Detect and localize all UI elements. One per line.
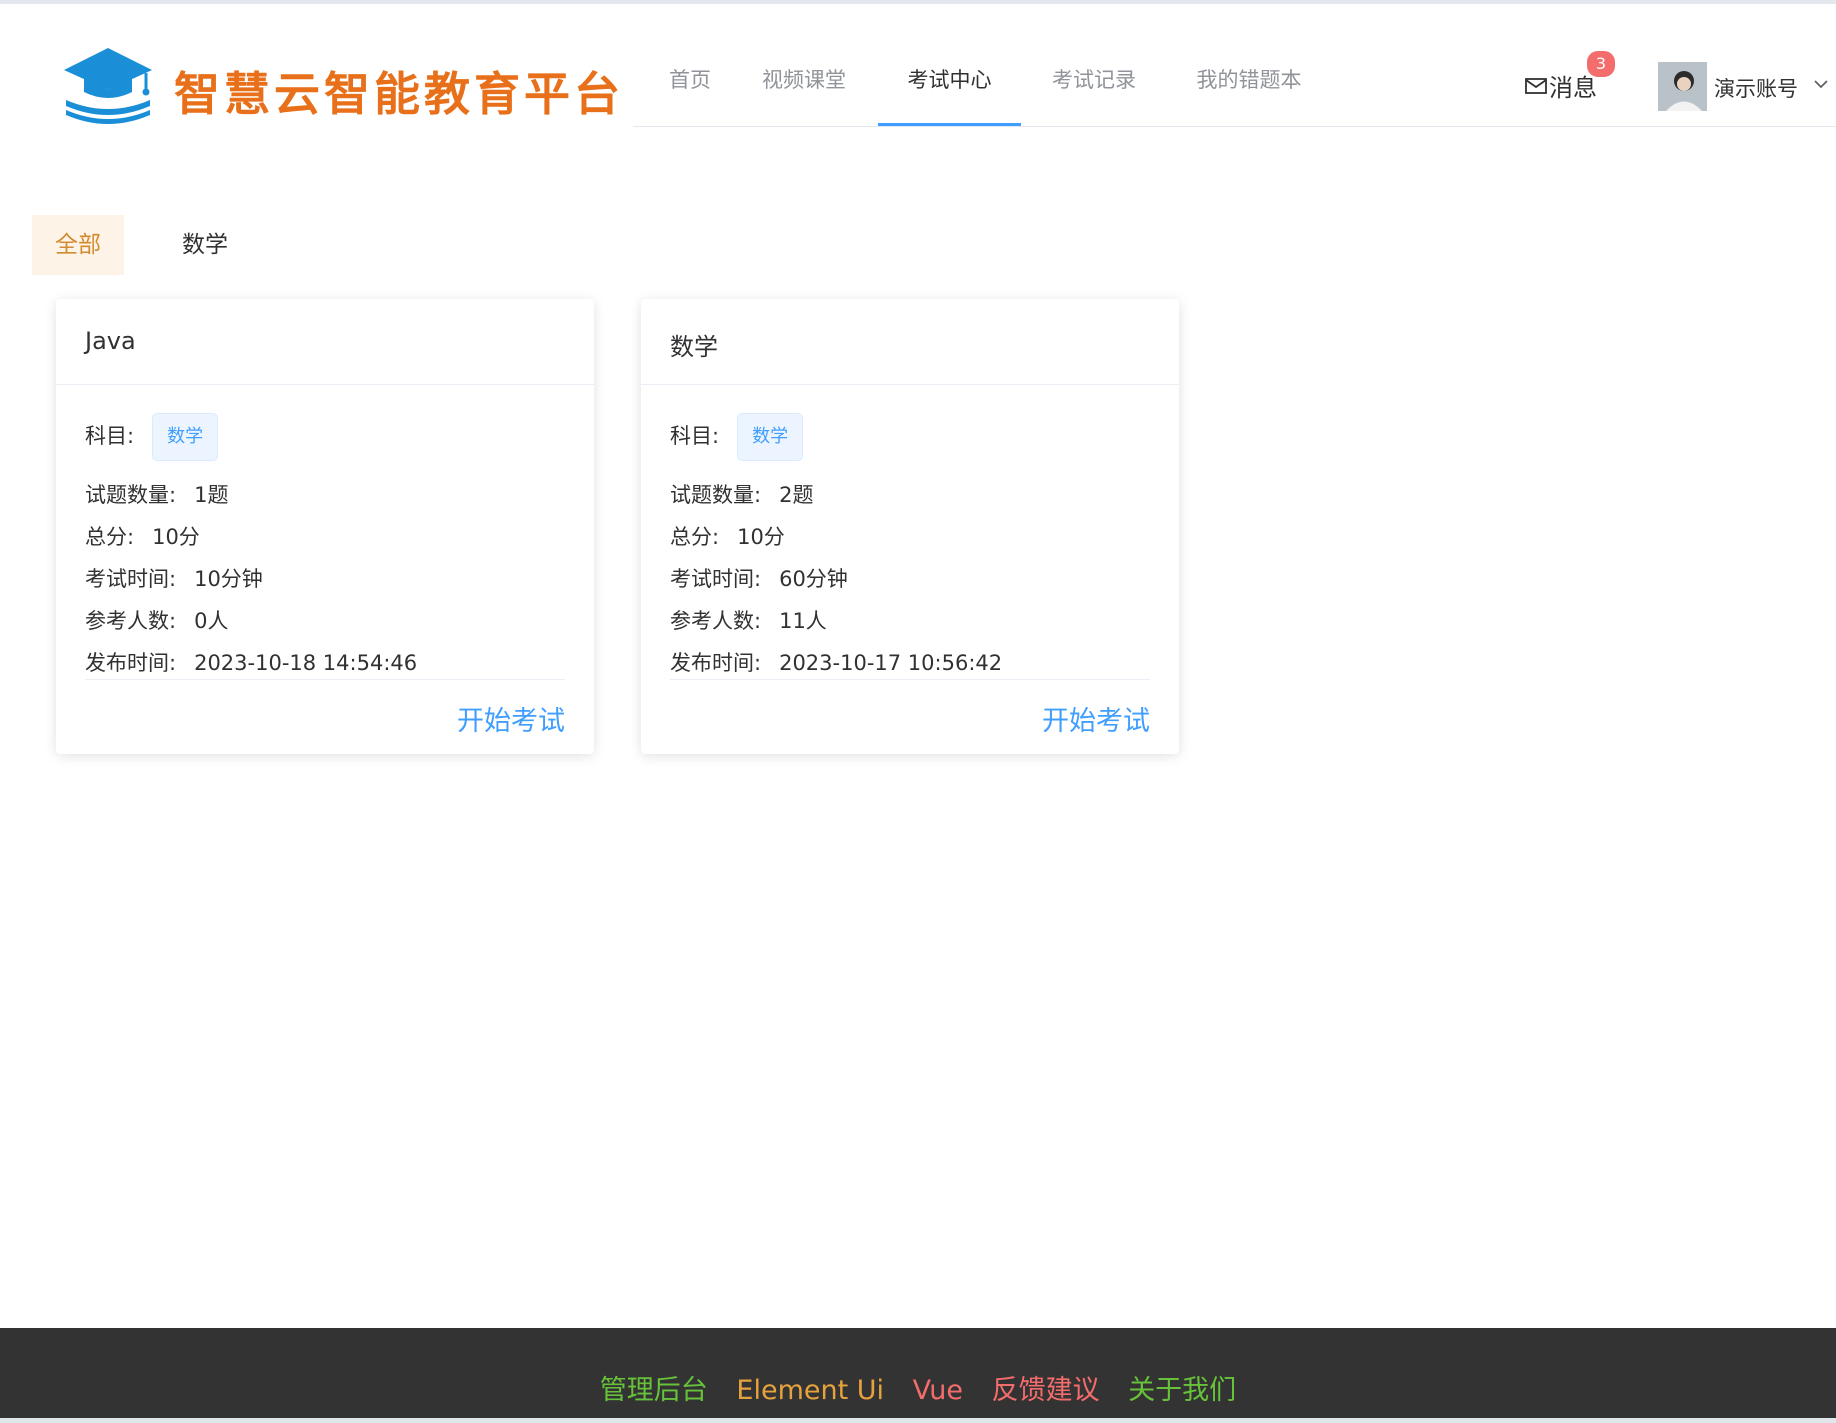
footer-link-feedback[interactable]: 反馈建议 (992, 1375, 1100, 1406)
exam-publish-time-row: 发布时间: 2023-10-18 14:54:46 (85, 647, 417, 677)
exam-card-header (641, 299, 1179, 385)
exam-total-score-row: 总分: 10分 (85, 521, 200, 551)
subject-tag: 数学 (152, 413, 219, 461)
exam-subject-row: 科目: 数学 (670, 413, 804, 461)
publish-time-value: 2023-10-17 10:56:42 (779, 651, 1003, 675)
exam-publish-time-row: 发布时间: 2023-10-17 10:56:42 (670, 647, 1002, 677)
footer-link-element-ui[interactable]: Element Ui (736, 1375, 884, 1406)
filter-math[interactable]: 数学 (159, 215, 251, 275)
filter-all[interactable]: 全部 (32, 215, 124, 275)
exam-question-count-row: 试题数量: 2题 (670, 479, 813, 509)
subject-label: 科目: (85, 424, 135, 448)
exam-participants-row: 参考人数: 11人 (670, 605, 827, 635)
footer-link-admin[interactable]: 管理后台 (600, 1375, 708, 1406)
exam-subject-row: 科目: 数学 (85, 413, 219, 461)
messages-count-badge: 3 (1585, 49, 1617, 79)
exam-card: Java 科目: 数学 试题数量: 1题 总分: 10分 考试时间: 10分钟 参考人数… (56, 299, 594, 754)
messages-label: 消息 (1549, 74, 1597, 102)
publish-time-label: 发布时间: (670, 651, 762, 675)
exam-title: Java (85, 327, 136, 355)
card-divider (85, 679, 565, 680)
top-border (0, 0, 1836, 4)
subject-tag: 数学 (737, 413, 804, 461)
avatar-image (1658, 62, 1707, 111)
exam-question-count-row: 试题数量: 1题 (85, 479, 228, 509)
participants-label: 参考人数: (670, 609, 762, 633)
exam-title: 数学 (670, 333, 718, 361)
avatar (1658, 62, 1707, 111)
participants-label: 参考人数: (85, 609, 177, 633)
exam-participants-row: 参考人数: 0人 (85, 605, 228, 635)
question-count-value: 1题 (194, 483, 229, 507)
nav-item-home[interactable]: 首页 (659, 60, 721, 124)
main-nav: 首页 视频课堂 考试中心 考试记录 我的错题本 (633, 60, 1836, 127)
start-exam-button[interactable]: 开始考试 (1042, 699, 1150, 738)
duration-label: 考试时间: (85, 567, 177, 591)
total-score-label: 总分: (85, 525, 135, 549)
duration-value: 10分钟 (194, 567, 263, 591)
question-count-value: 2题 (779, 483, 814, 507)
start-exam-button[interactable]: 开始考试 (457, 699, 565, 738)
nav-item-video-class[interactable]: 视频课堂 (761, 60, 847, 124)
subject-label: 科目: (670, 424, 720, 448)
total-score-value: 10分 (737, 525, 785, 549)
messages-button[interactable]: 消息 3 (1525, 49, 1617, 108)
exam-card: 数学 科目: 数学 试题数量: 2题 总分: 10分 考试时间: 60分钟 参考人数: 1… (641, 299, 1179, 754)
total-score-value: 10分 (152, 525, 200, 549)
brand-name: 智慧云智能教育平台 (174, 67, 624, 121)
user-name: 演示账号 (1714, 77, 1798, 101)
footer-link-about[interactable]: 关于我们 (1128, 1375, 1236, 1406)
card-divider (670, 679, 1150, 680)
total-score-label: 总分: (670, 525, 720, 549)
nav-item-exam-records[interactable]: 考试记录 (1051, 60, 1137, 124)
publish-time-label: 发布时间: (85, 651, 177, 675)
question-count-label: 试题数量: (670, 483, 762, 507)
nav-item-exam-center[interactable]: 考试中心 (878, 60, 1021, 126)
duration-label: 考试时间: (670, 567, 762, 591)
exam-card-header (56, 299, 594, 385)
duration-value: 60分钟 (779, 567, 848, 591)
publish-time-value: 2023-10-18 14:54:46 (194, 651, 418, 675)
graduation-cap-icon (64, 48, 152, 124)
exam-duration-row: 考试时间: 60分钟 (670, 563, 848, 593)
chevron-down-icon (1814, 80, 1828, 89)
footer-link-vue[interactable]: Vue (913, 1375, 963, 1406)
mail-icon (1525, 77, 1547, 94)
brand-logo[interactable]: 智慧云智能教育平台 (62, 44, 620, 134)
participants-value: 0人 (194, 609, 229, 633)
exam-duration-row: 考试时间: 10分钟 (85, 563, 263, 593)
question-count-label: 试题数量: (85, 483, 177, 507)
footer-bottom-border (0, 1418, 1836, 1423)
footer-links: 管理后台 Element Ui Vue 反馈建议 关于我们 (0, 1368, 1836, 1407)
participants-value: 11人 (779, 609, 827, 633)
nav-item-wrong-book[interactable]: 我的错题本 (1195, 60, 1303, 124)
exam-total-score-row: 总分: 10分 (670, 521, 785, 551)
footer: 管理后台 Element Ui Vue 反馈建议 关于我们 (0, 1328, 1836, 1418)
